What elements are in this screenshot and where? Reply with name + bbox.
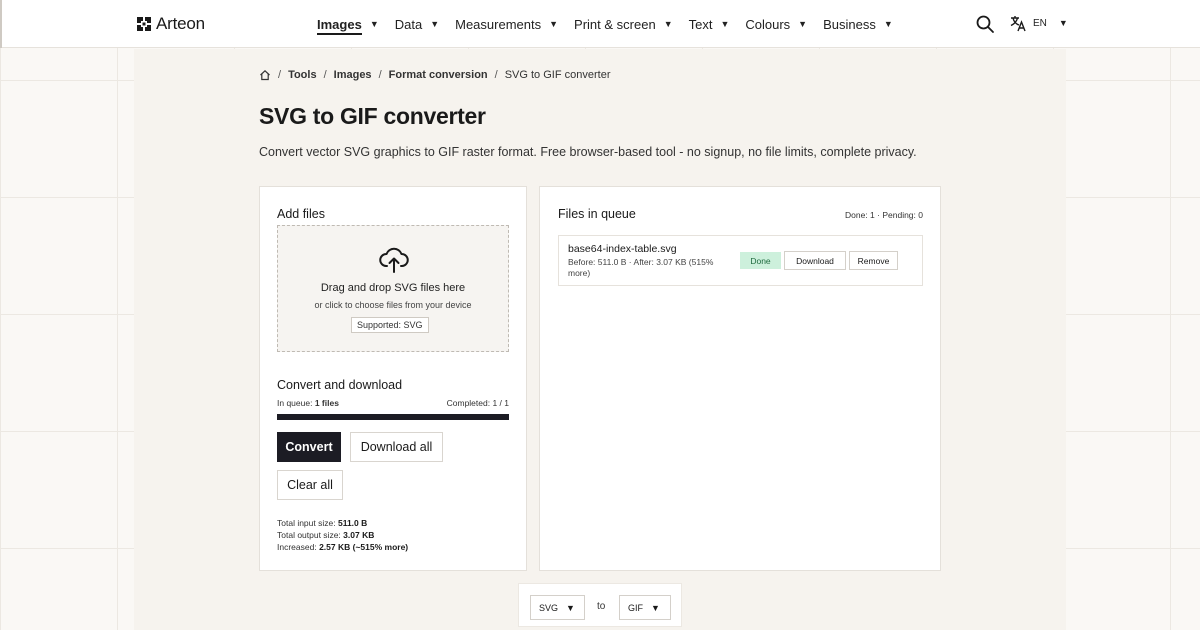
completed-stat: Completed: 1 / 1 [446,398,509,408]
page-description: Convert vector SVG graphics to GIF raste… [259,145,917,159]
increased-label: Increased: [277,542,317,552]
dropzone-title: Drag and drop SVG files here [320,282,466,294]
breadcrumb-separator: / [494,69,498,81]
top-header: Arteon Images ▼ Data ▼ Measurements ▼ Print… [0,0,1200,48]
caret-down-icon: ▼ [883,19,893,29]
breadcrumb: / Tools / Images / Format conversion / S… [259,69,610,81]
nav-item-data[interactable]: Data ▼ [395,0,439,48]
nav-label: Measurements [455,16,542,32]
translate-icon [1010,16,1026,32]
breadcrumb-separator: / [278,69,282,81]
increased-value: 2.57 KB (~515% more) [319,542,409,552]
caret-down-icon: ▼ [1058,18,1068,28]
conversion-progress-bar [277,414,509,420]
to-label: to [597,601,606,612]
to-format-select[interactable]: GIF ▼ [619,595,671,620]
search-icon[interactable] [975,14,995,34]
nav-item-images[interactable]: Images ▼ [317,0,379,48]
nav-item-measurements[interactable]: Measurements ▼ [455,0,558,48]
caret-down-icon: ▼ [663,19,673,29]
page-title: SVG to GIF converter [259,103,486,129]
format-selector-bar: SVG ▼ to GIF ▼ [518,583,682,627]
increased-row: Increased: 2.57 KB (~515% more) [277,541,408,553]
status-badge: Done [740,252,781,269]
logo[interactable]: Arteon [136,14,205,34]
breadcrumb-format-conversion[interactable]: Format conversion [389,69,488,81]
supported-formats-badge: Supported: SVG [351,317,429,333]
convert-section-title: Convert and download [277,378,403,392]
caret-down-icon: ▼ [566,602,575,613]
nav-label: Business [823,16,876,32]
add-files-title: Add files [277,207,325,221]
file-remove-button[interactable]: Remove [849,251,898,270]
nav-item-business[interactable]: Business ▼ [823,0,893,48]
nav-item-colours[interactable]: Colours ▼ [745,0,807,48]
header-edge [0,0,2,48]
total-input-label: Total input size: [277,518,336,528]
home-icon[interactable] [259,69,271,81]
file-dropzone[interactable]: Drag and drop SVG files here or click to… [277,225,509,352]
breadcrumb-separator: / [378,69,382,81]
caret-down-icon: ▼ [720,19,730,29]
breadcrumb-separator: / [323,69,327,81]
convert-button[interactable]: Convert [277,432,341,462]
to-format-value: GIF [628,602,643,613]
clear-all-button[interactable]: Clear all [277,470,343,500]
from-format-value: SVG [539,602,559,613]
nav-label: Data [394,16,423,32]
caret-down-icon: ▼ [549,19,559,29]
total-output-label: Total output size: [277,530,341,540]
queue-stats: In queue: 1 files Completed: 1 / 1 [277,398,509,408]
file-row: base64-index-table.svg Before: 511.0 B ·… [558,235,923,286]
total-input-value: 511.0 B [337,518,368,528]
logo-mark-icon [137,17,151,31]
language-selector[interactable]: EN ▼ [1009,14,1068,32]
nav-item-print-screen[interactable]: Print & screen ▼ [574,0,673,48]
nav-item-text[interactable]: Text ▼ [689,0,730,48]
caret-down-icon: ▼ [430,19,440,29]
total-input-row: Total input size: 511.0 B [277,517,408,529]
breadcrumb-current: SVG to GIF converter [504,69,611,81]
caret-down-icon: ▼ [651,602,660,613]
dropzone-subtitle: or click to choose files from your devic… [314,300,472,310]
file-size-meta: Before: 511.0 B · After: 3.07 KB (515% m… [568,257,714,278]
files-queue-title: Files in queue [558,207,636,221]
from-format-select[interactable]: SVG ▼ [530,595,585,620]
breadcrumb-tools[interactable]: Tools [288,69,317,81]
breadcrumb-images[interactable]: Images [334,69,372,81]
size-totals: Total input size: 511.0 B Total output s… [277,517,408,553]
total-output-value: 3.07 KB [343,530,375,540]
file-name: base64-index-table.svg [568,243,677,255]
file-download-button[interactable]: Download [784,251,846,270]
caret-down-icon: ▼ [798,19,808,29]
cloud-upload-icon [379,247,409,273]
nav-label: Print & screen [574,16,656,32]
in-queue-value: 1 files [314,398,339,408]
nav-label: Text [688,16,713,32]
in-queue-label: In queue: [277,398,313,408]
logo-text: Arteon [156,14,205,33]
nav-label: Colours [745,16,791,32]
language-code: EN [1033,17,1047,29]
progress-fill [277,414,509,420]
main-nav: Images ▼ Data ▼ Measurements ▼ Print & scre… [317,0,909,48]
files-queue-card: Files in queue Done: 1 · Pending: 0 base… [539,186,941,571]
download-all-button[interactable]: Download all [350,432,443,462]
main-panel: / Tools / Images / Format conversion / S… [134,49,1066,630]
total-output-row: Total output size: 3.07 KB [277,529,408,541]
add-files-card: Add files Drag and drop SVG files here o… [259,186,527,571]
in-queue-stat: In queue: 1 files [277,398,339,408]
nav-label: Images [317,17,362,35]
queue-summary: Done: 1 · Pending: 0 [845,210,923,220]
caret-down-icon: ▼ [369,19,379,29]
